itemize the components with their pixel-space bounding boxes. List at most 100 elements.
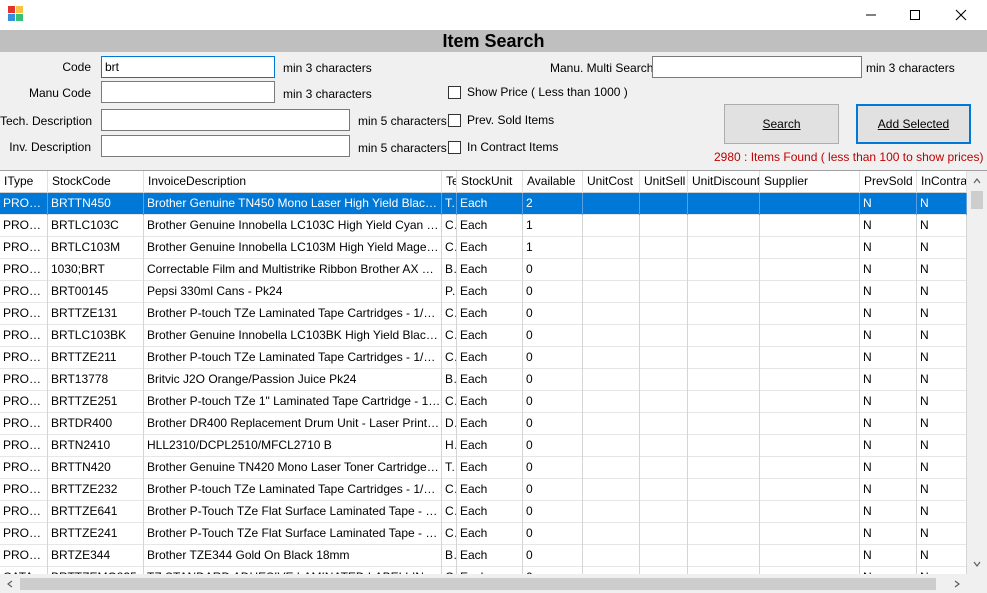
add-selected-button[interactable]: Add Selected: [856, 104, 971, 144]
table-row[interactable]: PROD... BRTTZE232 Brother P-touch TZe Lami…: [0, 479, 967, 501]
col-prevsold-cell[interactable]: N: [860, 435, 917, 457]
col-stockcode-cell[interactable]: BRTTZE211: [48, 347, 144, 369]
col-te-cell[interactable]: P...: [442, 281, 457, 303]
table-row[interactable]: PROD... BRTTZE131 Brother P-touch TZe Lami…: [0, 303, 967, 325]
col-unitdiscount-cell[interactable]: [688, 523, 760, 545]
col-incontract-cell[interactable]: N: [917, 237, 967, 259]
col-unitcost-cell[interactable]: [583, 479, 640, 501]
col-incontract-cell[interactable]: N: [917, 479, 967, 501]
col-prevsold-cell[interactable]: N: [860, 325, 917, 347]
scroll-down-icon[interactable]: [967, 554, 987, 574]
col-te-cell[interactable]: C...: [442, 237, 457, 259]
col-stockunit-cell[interactable]: Each: [457, 523, 523, 545]
col-itype-cell[interactable]: PROD...: [0, 347, 48, 369]
col-unitcost-cell[interactable]: [583, 545, 640, 567]
col-itype-cell[interactable]: PROD...: [0, 237, 48, 259]
col-stockunit-cell[interactable]: Each: [457, 237, 523, 259]
col-supplier-cell[interactable]: [760, 501, 860, 523]
col-prevsold-cell[interactable]: N: [860, 391, 917, 413]
col-te-header[interactable]: Te: [442, 171, 457, 193]
col-unitdiscount-cell[interactable]: [688, 457, 760, 479]
col-unitsell-cell[interactable]: [640, 391, 688, 413]
col-supplier-cell[interactable]: [760, 281, 860, 303]
col-itype-cell[interactable]: PROD...: [0, 391, 48, 413]
col-stockcode-cell[interactable]: BRTTZE232: [48, 479, 144, 501]
col-invoicedescription-cell[interactable]: Brother TZE344 Gold On Black 18mm: [144, 545, 442, 567]
col-unitsell-cell[interactable]: [640, 259, 688, 281]
table-row[interactable]: PROD... BRTTZE251 Brother P-touch TZe 1" L…: [0, 391, 967, 413]
col-te-cell[interactable]: B...: [442, 259, 457, 281]
col-unitdiscount-cell[interactable]: [688, 413, 760, 435]
table-row[interactable]: PROD... BRTTZE241 Brother P-Touch TZe Flat…: [0, 523, 967, 545]
col-supplier-cell[interactable]: [760, 237, 860, 259]
col-unitcost-cell[interactable]: [583, 567, 640, 574]
col-incontract-cell[interactable]: N: [917, 325, 967, 347]
col-available-cell[interactable]: 0: [523, 347, 583, 369]
col-supplier-cell[interactable]: [760, 369, 860, 391]
col-itype-cell[interactable]: CATA...: [0, 567, 48, 574]
col-unitdiscount-cell[interactable]: [688, 303, 760, 325]
col-stockunit-cell[interactable]: Each: [457, 391, 523, 413]
col-te-cell[interactable]: C...: [442, 567, 457, 574]
tech-description-input[interactable]: [101, 109, 350, 131]
col-stockunit-cell[interactable]: Each: [457, 413, 523, 435]
col-unitsell-cell[interactable]: [640, 237, 688, 259]
inv-description-input[interactable]: [101, 135, 350, 157]
col-invoicedescription-cell[interactable]: Brother Genuine TN420 Mono Laser Toner C…: [144, 457, 442, 479]
col-stockcode-cell[interactable]: BRTTZE131: [48, 303, 144, 325]
prev-sold-checkbox[interactable]: [448, 114, 461, 127]
col-stockunit-cell[interactable]: Each: [457, 501, 523, 523]
col-incontract-cell[interactable]: N: [917, 303, 967, 325]
col-stockunit-cell[interactable]: Each: [457, 369, 523, 391]
col-prevsold-cell[interactable]: N: [860, 501, 917, 523]
table-row[interactable]: CATA...BRTTZEMQ835TZ STANDARD ADHESIVE L…: [0, 567, 967, 574]
col-unitsell-cell[interactable]: [640, 325, 688, 347]
maximize-icon[interactable]: [892, 0, 938, 30]
col-itype-cell[interactable]: PROD...: [0, 545, 48, 567]
col-supplier-cell[interactable]: [760, 347, 860, 369]
col-itype-cell[interactable]: PROD...: [0, 259, 48, 281]
col-prevsold-cell[interactable]: N: [860, 545, 917, 567]
col-itype-cell[interactable]: PROD...: [0, 193, 48, 215]
col-unitsell-cell[interactable]: [640, 435, 688, 457]
col-incontract-cell[interactable]: N: [917, 347, 967, 369]
col-supplier-cell[interactable]: [760, 523, 860, 545]
col-unitdiscount-cell[interactable]: [688, 435, 760, 457]
col-supplier-cell[interactable]: [760, 567, 860, 574]
col-unitsell-cell[interactable]: [640, 303, 688, 325]
col-available-cell[interactable]: 2: [523, 193, 583, 215]
col-itype-cell[interactable]: PROD...: [0, 479, 48, 501]
col-itype-cell[interactable]: PROD...: [0, 413, 48, 435]
col-stockunit-header[interactable]: StockUnit: [457, 171, 523, 193]
col-unitdiscount-cell[interactable]: [688, 479, 760, 501]
col-incontract-cell[interactable]: N: [917, 413, 967, 435]
col-invoicedescription-cell[interactable]: Britvic J2O Orange/Passion Juice Pk24: [144, 369, 442, 391]
col-stockcode-cell[interactable]: BRTTZE641: [48, 501, 144, 523]
col-te-cell[interactable]: C...: [442, 303, 457, 325]
col-unitdiscount-cell[interactable]: [688, 193, 760, 215]
scroll-right-icon[interactable]: [947, 574, 967, 593]
col-stockcode-cell[interactable]: BRTTZE241: [48, 523, 144, 545]
col-available-cell[interactable]: 0: [523, 303, 583, 325]
col-itype-cell[interactable]: PROD...: [0, 523, 48, 545]
table-row[interactable]: PROD... BRT00145 Pepsi 330ml Cans - Pk24 P.…: [0, 281, 967, 303]
col-unitcost-cell[interactable]: [583, 193, 640, 215]
col-unitcost-cell[interactable]: [583, 325, 640, 347]
col-unitcost-cell[interactable]: [583, 523, 640, 545]
col-available-cell[interactable]: 0: [523, 391, 583, 413]
col-unitsell-cell[interactable]: [640, 281, 688, 303]
col-unitsell-cell[interactable]: [640, 523, 688, 545]
col-te-cell[interactable]: C...: [442, 347, 457, 369]
col-unitdiscount-cell[interactable]: [688, 259, 760, 281]
col-itype-cell[interactable]: PROD...: [0, 281, 48, 303]
scroll-up-icon[interactable]: [967, 171, 987, 191]
col-supplier-cell[interactable]: [760, 325, 860, 347]
table-row[interactable]: PROD... BRTLC103C Brother Genuine Innobell…: [0, 215, 967, 237]
col-stockunit-cell[interactable]: Each: [457, 259, 523, 281]
col-invoicedescription-cell[interactable]: Brother P-touch TZe Laminated Tape Cartr…: [144, 479, 442, 501]
col-te-cell[interactable]: C...: [442, 391, 457, 413]
col-stockcode-cell[interactable]: BRT00145: [48, 281, 144, 303]
close-icon[interactable]: [938, 0, 984, 30]
table-row[interactable]: PROD... BRTTZE641 Brother P-Touch TZe Flat…: [0, 501, 967, 523]
col-incontract-cell[interactable]: N: [917, 457, 967, 479]
